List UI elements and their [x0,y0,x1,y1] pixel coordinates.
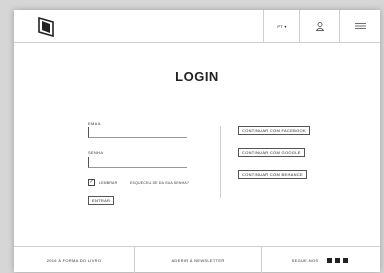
footer: 2016 À FORMA DO LIVRO ADERIR À NEWSLETTE… [14,246,380,273]
email-field[interactable] [88,127,187,138]
newsletter-label: ADERIR À NEWSLETTER [171,257,225,263]
copyright-label: 2016 À FORMA DO LIVRO [46,257,102,263]
instagram-icon[interactable] [335,257,341,263]
email-label: EMAIL [88,121,102,126]
newsletter-link[interactable]: ADERIR À NEWSLETTER [134,247,262,273]
header: PT ▾ [14,10,380,43]
password-field[interactable] [88,157,187,168]
facebook-login-button[interactable]: CONTINUAR COM FACEBOOK [238,126,310,135]
language-selector[interactable]: PT ▾ [263,10,300,42]
logo-icon[interactable] [38,17,54,37]
language-label: PT ▾ [277,23,287,29]
menu-button[interactable] [339,10,381,42]
remember-checkbox[interactable]: ✓ [88,179,95,186]
hamburger-menu-icon [355,23,366,29]
password-label: SENHA [88,150,104,155]
page: PT ▾ LOGIN EMAIL SENHA ✓ LEMBRAR ESQUECE… [14,10,380,273]
google-login-button[interactable]: CONTINUAR COM GOOGLE [238,148,305,157]
social-links: SEGUE-NOS [260,247,380,273]
facebook-icon[interactable] [327,257,333,263]
user-icon [316,21,324,31]
behance-icon[interactable] [343,257,349,263]
user-button[interactable] [299,10,340,42]
divider [220,126,221,198]
remember-row: ✓ LEMBRAR [88,179,117,186]
behance-login-button[interactable]: CONTINUAR COM BEHANCE [238,170,307,179]
page-title: LOGIN [175,69,219,84]
remember-label: LEMBRAR [99,180,118,185]
forgot-password-link[interactable]: ESQUECEU-SE DA SUA SENHA? [130,181,189,185]
copyright-text: 2016 À FORMA DO LIVRO [14,247,134,273]
follow-label: SEGUE-NOS [291,257,319,263]
submit-button[interactable]: ENTRAR [88,196,115,205]
